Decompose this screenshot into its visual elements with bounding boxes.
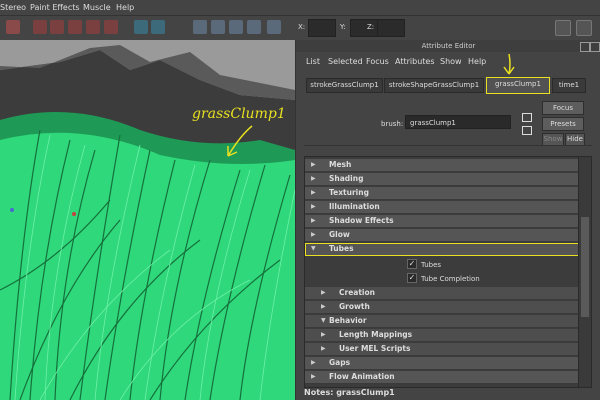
attribute-editor-panel: Attribute Editor List Selected Focus Att… (295, 40, 600, 400)
output-connection-icon[interactable] (522, 126, 532, 135)
hypershade-icon[interactable] (229, 20, 243, 34)
collapse-arrow-icon: ▶ (311, 175, 316, 182)
z-label: Z: (367, 23, 375, 31)
input-mode-icon[interactable] (267, 20, 281, 34)
snap-point-icon[interactable] (68, 20, 82, 34)
snap-surface-icon[interactable] (104, 20, 118, 34)
x-label: X: (298, 23, 306, 31)
history-icon[interactable] (134, 20, 148, 34)
viewport-3d[interactable]: grassClump1 (0, 40, 295, 400)
notes-row: Notes: grassClump1 (304, 388, 395, 397)
divider (304, 145, 592, 146)
sections-list: ▶ Mesh ▶ Shading ▶ Texturing ▶ Illumination … (304, 156, 580, 388)
menu-paint-effects[interactable]: Paint Effects (30, 3, 80, 12)
notes-label: Notes: (304, 388, 334, 397)
status-toolbar: X: Y: Z: (0, 16, 600, 41)
main-menubar: Stereo Paint Effects Muscle Help (0, 0, 600, 16)
ae-menu-list[interactable]: List (306, 57, 320, 66)
snap-grid-icon[interactable] (33, 20, 47, 34)
x-field[interactable] (308, 19, 336, 37)
snap-curve-icon[interactable] (50, 20, 64, 34)
collapse-arrow-icon: ▶ (311, 231, 316, 238)
section-user-mel-scripts[interactable]: ▶ User MEL Scripts (305, 343, 579, 356)
collapse-arrow-icon: ▶ (311, 203, 316, 210)
brush-field[interactable]: grassClump1 (405, 115, 511, 129)
expand-arrow-icon: ▼ (311, 245, 316, 252)
collapse-arrow-icon: ▶ (311, 359, 316, 366)
collapse-arrow-icon: ▶ (311, 373, 316, 380)
collapse-arrow-icon: ▶ (321, 303, 326, 310)
tab-grass-clump[interactable]: grassClump1 (486, 77, 550, 94)
tubes-checkbox-row[interactable]: ✓ Tubes (407, 259, 441, 271)
presets-button[interactable]: Presets (542, 117, 584, 131)
sections-scrollbar[interactable] (578, 156, 592, 388)
collapse-arrow-icon: ▶ (321, 345, 326, 352)
tab-stroke-grass-clump[interactable]: strokeGrassClump1 (306, 78, 383, 93)
section-growth[interactable]: ▶ Growth (305, 301, 579, 314)
section-mesh[interactable]: ▶ Mesh (305, 159, 579, 172)
collapse-arrow-icon: ▶ (311, 161, 316, 168)
ae-menu-help[interactable]: Help (468, 57, 486, 66)
render-view-icon[interactable] (247, 20, 261, 34)
panel-close-icon[interactable] (580, 42, 590, 52)
collapse-arrow-icon: ▶ (321, 289, 326, 296)
scrollbar-thumb[interactable] (581, 217, 589, 317)
section-illumination[interactable]: ▶ Illumination (305, 201, 579, 214)
section-length-mappings[interactable]: ▶ Length Mappings (305, 329, 579, 342)
grass-render (0, 40, 295, 400)
snap-plane-icon[interactable] (86, 20, 100, 34)
collapse-arrow-icon: ▶ (311, 189, 316, 196)
annotation-label: grassClump1 (192, 106, 286, 122)
section-texturing[interactable]: ▶ Texturing (305, 187, 579, 200)
section-glow[interactable]: ▶ Glow (305, 229, 579, 242)
section-shading[interactable]: ▶ Shading (305, 173, 579, 186)
section-flow-animation[interactable]: ▶ Flow Animation (305, 371, 579, 384)
y-label: Y: (340, 23, 346, 31)
render-icon[interactable] (151, 20, 165, 34)
tab-highlight-arrow (503, 53, 515, 75)
collapse-arrow-icon: ▶ (321, 331, 326, 338)
collapse-arrow-icon: ▶ (311, 217, 316, 224)
tab-time[interactable]: time1 (552, 78, 586, 93)
menu-help[interactable]: Help (116, 3, 134, 12)
tube-completion-checkbox-row[interactable]: ✓ Tube Completion (407, 273, 480, 285)
channel-box-icon[interactable] (555, 20, 571, 36)
expand-arrow-icon: ▼ (321, 317, 326, 324)
menu-stereo[interactable]: Stereo (0, 3, 26, 12)
notes-value[interactable]: grassClump1 (336, 388, 395, 397)
ae-menu-show[interactable]: Show (440, 57, 462, 66)
ipr-icon[interactable] (193, 20, 207, 34)
menu-muscle[interactable]: Muscle (83, 3, 111, 12)
checkbox-checked-icon[interactable]: ✓ (407, 273, 417, 283)
panel-title: Attribute Editor (296, 40, 600, 52)
ae-menu-selected[interactable]: Selected (328, 57, 363, 66)
focus-button[interactable]: Focus (542, 101, 584, 115)
tab-stroke-shape-grass-clump[interactable]: strokeShapeGrassClump1 (384, 78, 484, 93)
panel-float-icon[interactable] (590, 42, 600, 52)
input-connection-icon[interactable] (522, 113, 532, 122)
magnet-icon[interactable] (6, 20, 20, 34)
brush-label: brush: (381, 120, 404, 128)
annotation-arrow (227, 125, 253, 157)
section-gaps[interactable]: ▶ Gaps (305, 357, 579, 370)
section-creation[interactable]: ▶ Creation (305, 287, 579, 300)
render-settings-icon[interactable] (211, 20, 225, 34)
ae-menu-focus[interactable]: Focus (366, 57, 389, 66)
z-field[interactable] (377, 19, 405, 37)
section-behavior[interactable]: ▼ Behavior (305, 315, 579, 328)
section-tubes[interactable]: ▼ Tubes (305, 243, 579, 256)
section-shadow-effects[interactable]: ▶ Shadow Effects (305, 215, 579, 228)
checkbox-checked-icon[interactable]: ✓ (407, 259, 417, 269)
ae-menu-attributes[interactable]: Attributes (395, 57, 435, 66)
attribute-editor-icon[interactable] (576, 20, 592, 36)
